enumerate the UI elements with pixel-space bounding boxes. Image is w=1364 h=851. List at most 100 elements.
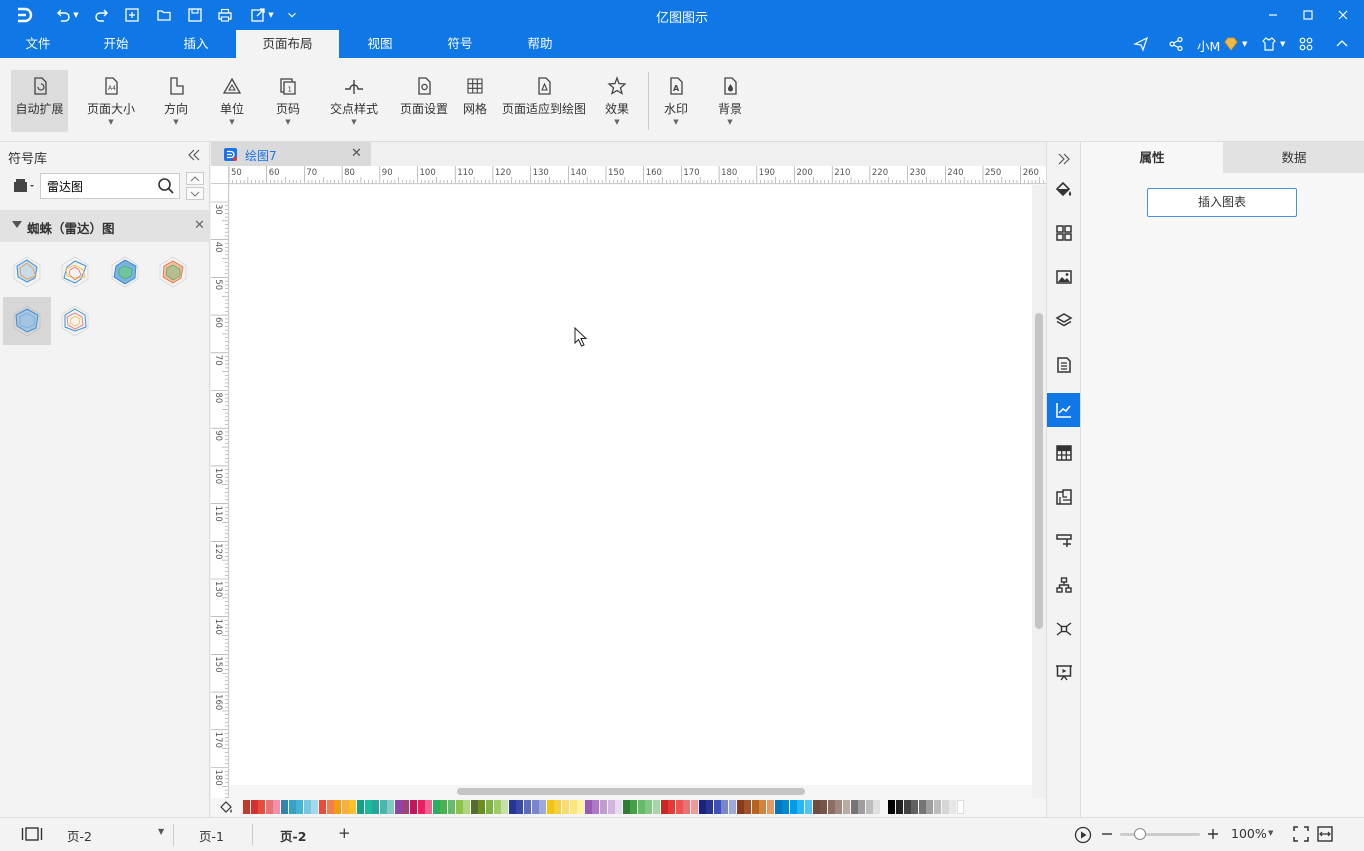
- horizontal-ruler[interactable]: 50 60 70 80 90 100 110 120 130 140 150 160 170 180 190…: [229, 166, 1046, 184]
- color-swatch[interactable]: [387, 800, 395, 814]
- color-swatch[interactable]: [288, 800, 296, 814]
- color-swatch[interactable]: [903, 800, 911, 814]
- apps-grid-icon[interactable]: [1298, 34, 1314, 54]
- color-swatch[interactable]: [645, 800, 653, 814]
- redo-icon[interactable]: [92, 5, 112, 25]
- zoom-dropdown-caret-icon[interactable]: ▼: [1268, 829, 1273, 837]
- collapse-ribbon-icon[interactable]: [1334, 34, 1350, 54]
- color-swatch[interactable]: [531, 800, 539, 814]
- vertical-ruler[interactable]: 30 40 50 60 70 80 90 100 110 120 130 140 150 160 170 18…: [211, 184, 229, 798]
- color-swatch[interactable]: [326, 800, 334, 814]
- export-icon[interactable]: ▼: [248, 5, 276, 25]
- color-swatches[interactable]: [243, 800, 964, 814]
- vip-gem-icon[interactable]: ▼: [1223, 34, 1247, 54]
- color-swatch[interactable]: [470, 800, 478, 814]
- radar-chart-thumbnail-5[interactable]: [3, 297, 51, 345]
- color-swatch[interactable]: [622, 800, 630, 814]
- tab-properties[interactable]: 属性: [1081, 142, 1223, 173]
- open-folder-icon[interactable]: [154, 5, 174, 25]
- fill-bucket-icon[interactable]: [219, 800, 233, 814]
- color-swatch[interactable]: [713, 800, 721, 814]
- color-swatch[interactable]: [394, 800, 402, 814]
- color-swatch[interactable]: [744, 800, 752, 814]
- color-swatch[interactable]: [599, 800, 607, 814]
- color-swatch[interactable]: [683, 800, 691, 814]
- color-swatch[interactable]: [812, 800, 820, 814]
- color-swatch[interactable]: [675, 800, 683, 814]
- color-swatch[interactable]: [691, 800, 699, 814]
- color-swatch[interactable]: [539, 800, 547, 814]
- color-swatch[interactable]: [835, 800, 843, 814]
- color-swatch[interactable]: [561, 800, 569, 814]
- page-selector-caret-icon[interactable]: ▼: [158, 827, 164, 836]
- tab-view[interactable]: 视图: [354, 30, 406, 58]
- document-tab[interactable]: 绘图7 ✕: [211, 142, 371, 166]
- cross-style-button[interactable]: 交点样式 ▼: [327, 70, 381, 132]
- color-swatch[interactable]: [766, 800, 774, 814]
- color-swatch[interactable]: [508, 800, 516, 814]
- color-swatch[interactable]: [280, 800, 288, 814]
- color-swatch[interactable]: [827, 800, 835, 814]
- color-swatch[interactable]: [463, 800, 471, 814]
- library-search-input[interactable]: [41, 174, 151, 198]
- zoom-out-icon[interactable]: [1101, 828, 1113, 840]
- zoom-level[interactable]: 100%: [1231, 826, 1267, 841]
- unit-button[interactable]: 单位 ▼: [214, 70, 250, 132]
- fill-style-icon[interactable]: [1047, 173, 1080, 207]
- color-swatch[interactable]: [417, 800, 425, 814]
- radar-chart-thumbnail-6[interactable]: [51, 297, 99, 345]
- orientation-button[interactable]: 方向 ▼: [156, 70, 196, 132]
- color-swatch[interactable]: [493, 800, 501, 814]
- grid-button[interactable]: 网格: [459, 70, 491, 132]
- library-manager-icon[interactable]: [12, 177, 36, 197]
- color-swatch[interactable]: [577, 800, 585, 814]
- color-swatch[interactable]: [273, 800, 281, 814]
- color-swatch[interactable]: [356, 800, 364, 814]
- color-swatch[interactable]: [926, 800, 934, 814]
- color-swatch[interactable]: [432, 800, 440, 814]
- new-file-icon[interactable]: [122, 5, 142, 25]
- color-swatch[interactable]: [941, 800, 949, 814]
- page-setup-button[interactable]: 页面设置: [397, 70, 451, 132]
- color-swatch[interactable]: [782, 800, 790, 814]
- color-swatch[interactable]: [660, 800, 668, 814]
- color-swatch[interactable]: [956, 800, 964, 814]
- color-swatch[interactable]: [258, 800, 266, 814]
- color-swatch[interactable]: [653, 800, 661, 814]
- zoom-slider[interactable]: [1120, 833, 1200, 836]
- color-swatch[interactable]: [584, 800, 592, 814]
- color-swatch[interactable]: [630, 800, 638, 814]
- presentation-icon[interactable]: [1047, 656, 1080, 690]
- color-swatch[interactable]: [379, 800, 387, 814]
- color-swatch[interactable]: [478, 800, 486, 814]
- color-swatch[interactable]: [888, 800, 896, 814]
- color-swatch[interactable]: [820, 800, 828, 814]
- color-swatch[interactable]: [455, 800, 463, 814]
- minimize-icon[interactable]: [1258, 4, 1288, 26]
- color-swatch[interactable]: [721, 800, 729, 814]
- color-swatch[interactable]: [341, 800, 349, 814]
- user-name[interactable]: 小M: [1197, 36, 1220, 55]
- print-icon[interactable]: [215, 5, 235, 25]
- undo-icon[interactable]: ▼: [54, 5, 80, 25]
- page-selector[interactable]: 页-2: [67, 826, 92, 845]
- color-swatch[interactable]: [243, 800, 250, 814]
- color-swatch[interactable]: [736, 800, 744, 814]
- app-logo-icon[interactable]: [14, 5, 34, 25]
- radar-chart-thumbnail-2[interactable]: [51, 248, 99, 296]
- color-swatch[interactable]: [318, 800, 326, 814]
- close-document-icon[interactable]: ✕: [351, 146, 362, 161]
- theme-shirt-icon[interactable]: ▼: [1261, 34, 1285, 54]
- collapse-panel-icon[interactable]: [186, 147, 202, 163]
- color-swatch[interactable]: [706, 800, 714, 814]
- search-prev-icon[interactable]: [186, 172, 204, 185]
- drawing-page[interactable]: [230, 185, 1032, 785]
- color-swatch[interactable]: [440, 800, 448, 814]
- radar-chart-thumbnail-4[interactable]: [149, 248, 197, 296]
- close-category-icon[interactable]: ✕: [194, 218, 205, 233]
- color-swatch[interactable]: [789, 800, 797, 814]
- effects-button[interactable]: 效果 ▼: [599, 70, 635, 132]
- page-tab-2[interactable]: 页-2: [280, 826, 306, 845]
- color-swatch[interactable]: [448, 800, 456, 814]
- color-swatch[interactable]: [698, 800, 706, 814]
